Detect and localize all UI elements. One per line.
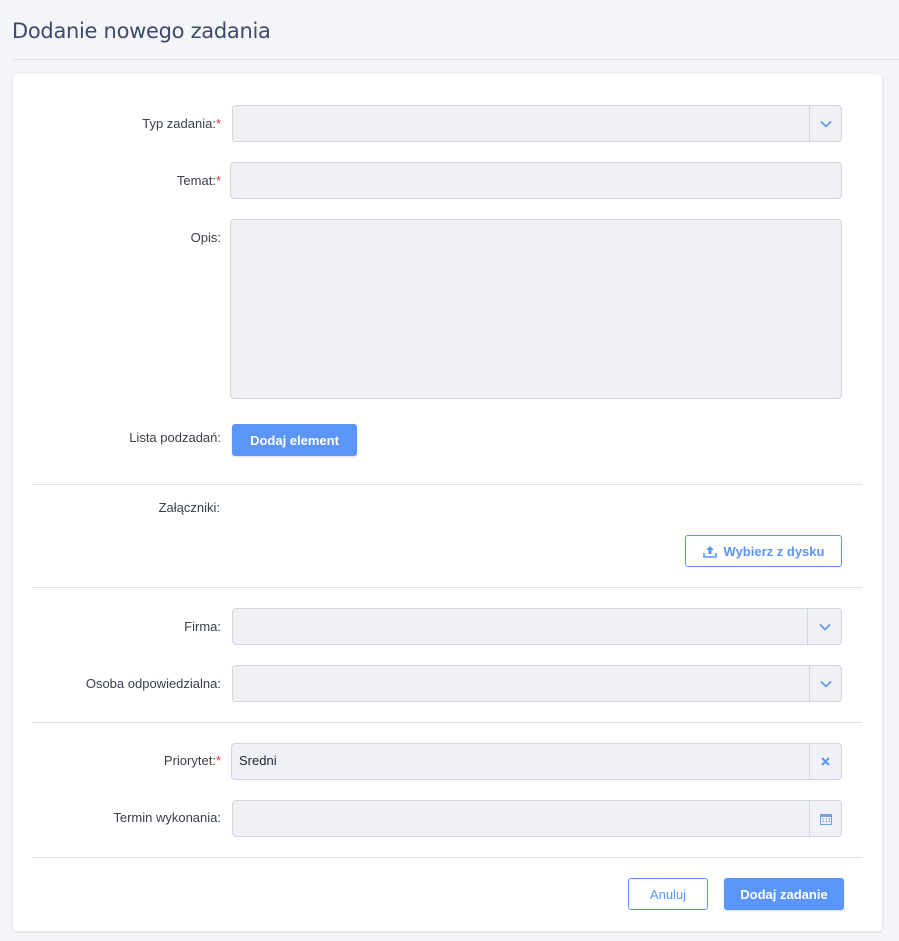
- add-subtask-button[interactable]: Dodaj element: [232, 424, 357, 456]
- submit-task-button[interactable]: Dodaj zadanie: [724, 878, 844, 910]
- choose-from-disk-label: Wybierz z dysku: [723, 543, 825, 559]
- page-title: Dodanie nowego zadania: [12, 19, 271, 43]
- subject-input[interactable]: [230, 162, 842, 199]
- company-select[interactable]: [232, 608, 842, 645]
- choose-from-disk-button[interactable]: Wybierz z dysku: [685, 535, 842, 567]
- clear-icon: [821, 757, 830, 766]
- chevron-down-icon: [819, 120, 832, 128]
- task-type-label: Typ zadania:*: [142, 116, 221, 131]
- description-label: Opis:: [190, 230, 221, 245]
- attachments-label: Załączniki:: [158, 500, 220, 515]
- title-divider: [12, 59, 899, 60]
- chevron-down-icon: [818, 623, 831, 631]
- section-divider: [32, 722, 862, 723]
- task-type-select[interactable]: [232, 105, 842, 142]
- section-divider: [32, 484, 862, 485]
- chevron-down-icon: [819, 680, 832, 688]
- due-date-input[interactable]: [232, 800, 842, 837]
- required-mark: *: [215, 753, 221, 768]
- cancel-button[interactable]: Anuluj: [628, 878, 708, 910]
- company-label: Firma:: [184, 619, 221, 634]
- upload-icon: [702, 545, 717, 558]
- description-textarea[interactable]: [230, 219, 842, 399]
- due-date-label: Termin wykonania:: [113, 810, 221, 825]
- section-divider: [32, 857, 862, 858]
- priority-label: Priorytet:*: [163, 753, 221, 768]
- priority-select[interactable]: Sredni: [231, 743, 842, 780]
- responsible-person-dropdown-toggle[interactable]: [809, 666, 841, 701]
- section-divider: [32, 587, 862, 588]
- responsible-person-select[interactable]: [232, 665, 842, 702]
- priority-value: Sredni: [239, 753, 277, 768]
- task-form-card: Typ zadania:* Temat:* Opis: Lista podzad…: [13, 74, 882, 931]
- required-mark: *: [215, 173, 221, 188]
- company-dropdown-toggle[interactable]: [807, 609, 841, 644]
- calendar-icon: [819, 813, 832, 825]
- subtasks-label: Lista podzadań:: [129, 430, 221, 445]
- subject-label: Temat:*: [176, 173, 221, 188]
- required-mark: *: [215, 116, 221, 131]
- priority-clear-button[interactable]: [809, 744, 841, 779]
- task-type-dropdown-toggle[interactable]: [809, 106, 841, 141]
- due-date-picker-button[interactable]: [809, 801, 841, 836]
- responsible-person-label: Osoba odpowiedzialna:: [85, 676, 221, 691]
